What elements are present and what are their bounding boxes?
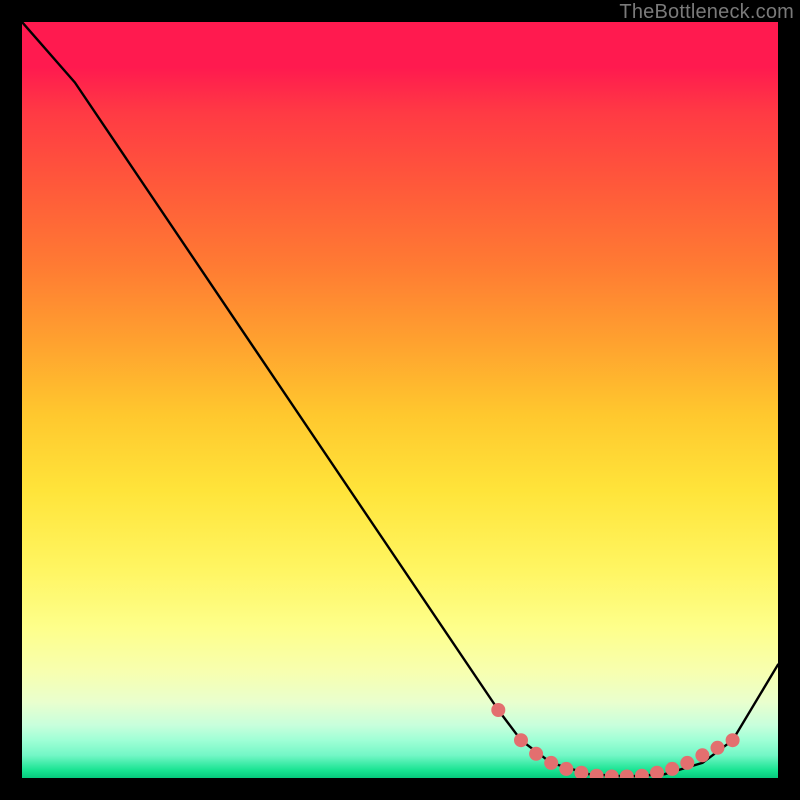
highlight-marker bbox=[574, 766, 588, 778]
highlight-marker bbox=[635, 769, 649, 778]
watermark-text: TheBottleneck.com bbox=[619, 1, 794, 24]
highlight-marker bbox=[605, 770, 619, 779]
highlight-marker bbox=[529, 747, 543, 761]
highlight-marker bbox=[620, 770, 634, 779]
highlight-marker bbox=[544, 756, 558, 770]
highlight-marker bbox=[665, 762, 679, 776]
highlight-marker bbox=[514, 733, 528, 747]
highlight-marker bbox=[559, 762, 573, 776]
highlight-marker bbox=[726, 733, 740, 747]
highlight-marker bbox=[680, 756, 694, 770]
highlight-marker bbox=[711, 741, 725, 755]
chart-plot-area bbox=[22, 22, 778, 778]
highlight-marker bbox=[491, 703, 505, 717]
highlight-markers bbox=[491, 703, 739, 778]
highlight-marker bbox=[650, 766, 664, 778]
chart-stage: TheBottleneck.com bbox=[0, 0, 800, 800]
curve-line bbox=[22, 22, 778, 777]
chart-svg bbox=[22, 22, 778, 778]
highlight-marker bbox=[695, 748, 709, 762]
highlight-marker bbox=[590, 769, 604, 778]
